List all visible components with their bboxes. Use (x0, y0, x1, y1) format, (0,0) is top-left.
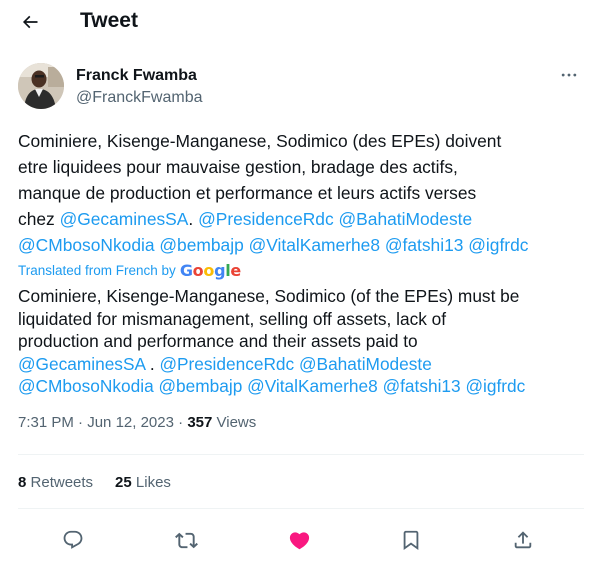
views-count: 357 (187, 414, 213, 431)
page-title: Tweet (80, 9, 138, 32)
engagement-stats: 8 Retweets 25 Likes (18, 474, 171, 491)
more-button[interactable] (556, 62, 582, 88)
retweet-icon (174, 532, 198, 548)
mention-link[interactable]: @BahatiModeste (339, 209, 473, 229)
avatar-image (18, 63, 64, 109)
ellipsis-icon (561, 73, 577, 77)
translation-line: liquidated for mismanagement, selling of… (18, 308, 447, 329)
translation-line: @CMbosoNkodia @bembajp @VitalKamerhe8 @f… (18, 375, 590, 398)
like-button[interactable] (283, 524, 315, 556)
mention-link[interactable]: @BahatiModeste (299, 354, 432, 374)
mention-link[interactable]: @igfrdc (465, 376, 525, 396)
mention-link[interactable]: @fatshi13 (385, 235, 464, 255)
reply-icon (63, 530, 83, 549)
tweet-time[interactable]: 7:31 PM (18, 414, 74, 431)
tweet-date[interactable]: Jun 12, 2023 (87, 414, 174, 431)
translation-label: Translated from French by (18, 262, 176, 278)
mention-link[interactable]: @PresidenceRdc (159, 354, 294, 374)
author-handle[interactable]: @FranckFwamba (76, 89, 203, 107)
divider (18, 508, 584, 509)
divider (18, 454, 584, 455)
meta-dot: · (178, 414, 184, 431)
top-bar: Tweet (0, 0, 598, 44)
back-button[interactable] (16, 8, 44, 36)
likes-label: Likes (135, 474, 171, 491)
translation-line: Cominiere, Kisenge-Manganese, Sodimico (… (18, 286, 520, 306)
translation-attribution[interactable]: Translated from French by Google (18, 260, 241, 280)
arrow-left-icon (22, 15, 38, 29)
tweet-text-line: manque de production et performance et l… (18, 183, 477, 203)
mention-link[interactable]: @bembajp (159, 376, 243, 396)
google-logo: Google (179, 260, 241, 280)
tweet-text-chez: chez (18, 209, 60, 229)
tweet-period: . (188, 209, 194, 229)
author-name[interactable]: Franck Fwamba (76, 67, 197, 85)
bookmark-button[interactable] (395, 524, 427, 556)
tweet-text-line: Cominiere, Kisenge-Manganese, Sodimico (… (18, 131, 502, 151)
mention-link[interactable]: @CMbosoNkodia (18, 376, 154, 396)
views-label: Views (216, 414, 257, 431)
mention-link[interactable]: @igfrdc (468, 235, 528, 255)
tweet-text-line: chez @GecaminesSA. @PresidenceRdc @Bahat… (18, 206, 586, 232)
retweets-stat[interactable]: 8 Retweets (18, 474, 93, 491)
reply-button[interactable] (57, 524, 89, 556)
mention-link[interactable]: @VitalKamerhe8 (249, 235, 380, 255)
retweet-button[interactable] (170, 524, 202, 556)
tweet-text-line: etre liquidees pour mauvaise gestion, br… (18, 157, 458, 177)
tweet-text-line: @CMbosoNkodia @bembajp @VitalKamerhe8 @f… (18, 232, 586, 258)
tweet-meta: 7:31 PM · Jun 12, 2023 · 357 Views (18, 414, 256, 431)
mention-link[interactable]: @CMbosoNkodia (18, 235, 155, 255)
retweets-count: 8 (18, 474, 27, 491)
mention-link[interactable]: @VitalKamerhe8 (247, 376, 378, 396)
share-button[interactable] (507, 524, 539, 556)
translation-sep: . (145, 353, 160, 374)
mention-link[interactable]: @PresidenceRdc (198, 209, 334, 229)
mention-link[interactable]: @bembajp (159, 235, 243, 255)
tweet-text: Cominiere, Kisenge-Manganese, Sodimico (… (18, 128, 586, 258)
translation-line: @GecaminesSA . @PresidenceRdc @BahatiMod… (18, 353, 590, 376)
mention-link[interactable]: @fatshi13 (383, 376, 461, 396)
translated-text: Cominiere, Kisenge-Manganese, Sodimico (… (18, 285, 590, 398)
avatar[interactable] (18, 63, 64, 109)
likes-count: 25 (115, 474, 132, 491)
likes-stat[interactable]: 25 Likes (115, 474, 171, 491)
retweets-label: Retweets (30, 474, 94, 491)
mention-link[interactable]: @GecaminesSA (18, 354, 145, 374)
heart-icon (289, 531, 309, 549)
meta-dot: · (78, 414, 84, 431)
mention-link[interactable]: @GecaminesSA (60, 209, 189, 229)
share-icon (514, 531, 532, 549)
action-bar (0, 524, 598, 556)
bookmark-icon (403, 530, 419, 551)
translation-line: production and performance and their ass… (18, 331, 418, 351)
